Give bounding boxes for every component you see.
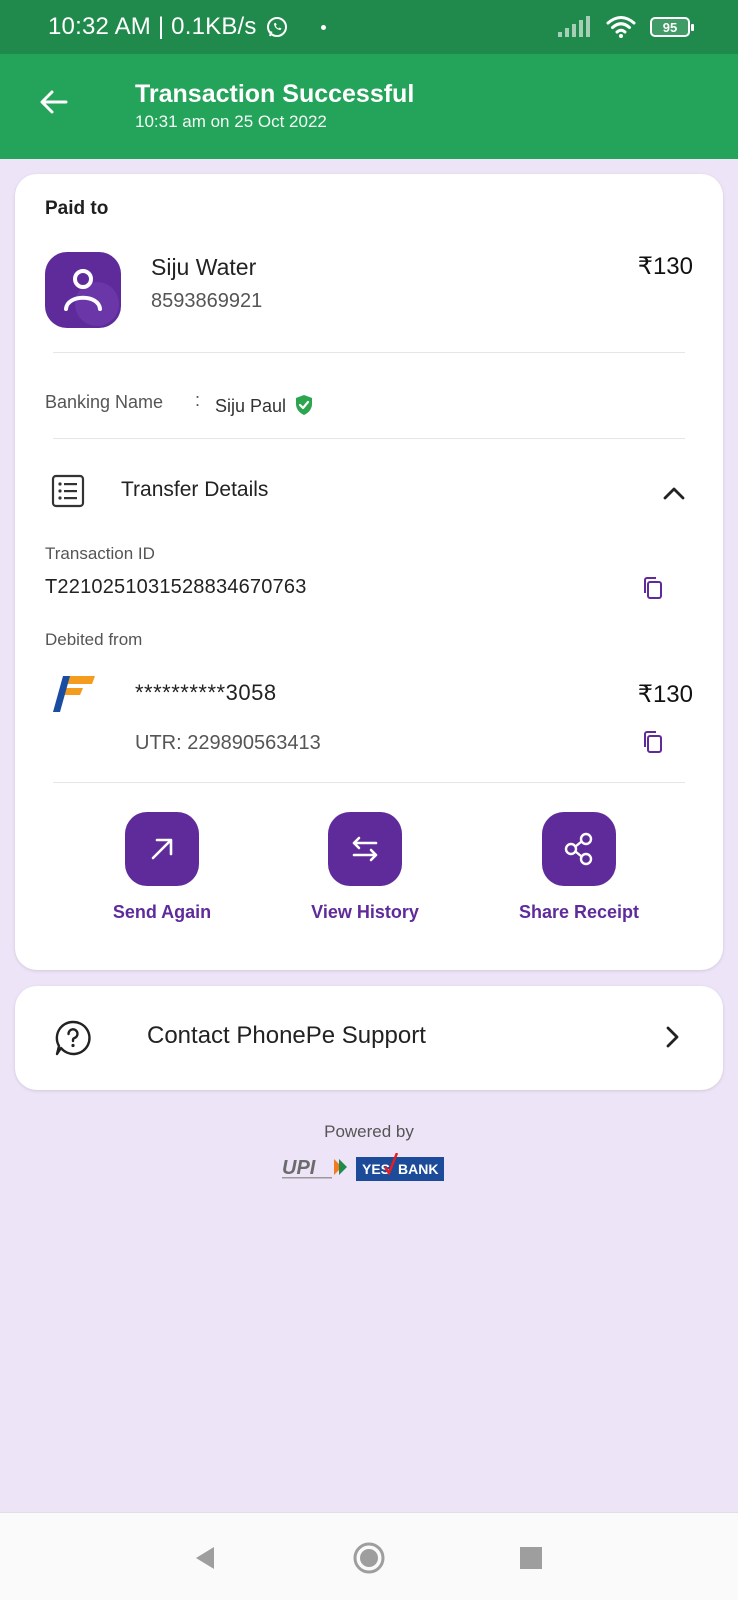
whatsapp-icon: [266, 17, 287, 37]
app-header: Transaction Successful 10:31 am on 25 Oc…: [0, 54, 738, 159]
share-receipt-button[interactable]: Share Receipt: [494, 812, 664, 923]
debit-amount: ₹130: [637, 681, 693, 708]
upi-logo: UPI: [282, 1157, 347, 1179]
receipt-list-icon: [51, 474, 85, 508]
transfer-details-title: Transfer Details: [121, 478, 269, 501]
divider: [53, 352, 685, 353]
battery-indicator: 95: [650, 17, 694, 37]
bank-logo: [53, 676, 95, 712]
view-history-label: View History: [311, 902, 419, 922]
system-navigation-bar: [0, 1512, 738, 1600]
page-title: Transaction Successful: [135, 80, 415, 108]
chevron-up-icon[interactable]: [661, 480, 687, 506]
yes-bank-logo: YES BANK: [356, 1153, 445, 1181]
chevron-right-icon: [666, 1026, 679, 1048]
transaction-id-label: Transaction ID: [45, 544, 155, 563]
bank-logo-bank: BANK: [398, 1161, 439, 1177]
utr-number: UTR: 229890563413: [135, 732, 321, 754]
tick-mark-icon: [384, 1153, 398, 1175]
battery-level: 95: [662, 19, 678, 35]
action-row: Send Again View History Share Receipt: [15, 810, 723, 940]
powered-by-label: Powered by: [324, 1122, 414, 1141]
banking-name-separator: :: [195, 390, 201, 410]
send-again-button[interactable]: Send Again: [77, 812, 247, 923]
transaction-id-value: T2210251031528834670763: [45, 576, 307, 598]
status-time: 10:32 AM | 0.1KB/s: [48, 13, 257, 40]
nav-home-icon[interactable]: [352, 1541, 386, 1575]
signal-icon: [558, 16, 590, 37]
divider: [53, 438, 685, 439]
user-icon: [64, 269, 119, 326]
upi-logo-text: UPI: [282, 1157, 316, 1179]
back-arrow-icon[interactable]: [36, 84, 72, 120]
notification-dot: [320, 24, 326, 30]
paid-amount: ₹130: [637, 253, 693, 280]
verified-shield-icon: [296, 395, 312, 415]
copy-icon[interactable]: [641, 576, 665, 600]
status-right: 95: [558, 15, 694, 39]
share-receipt-label: Share Receipt: [518, 902, 640, 922]
view-history-icon-button[interactable]: [328, 812, 402, 886]
nav-back-icon[interactable]: [188, 1541, 222, 1575]
share-receipt-icon-button[interactable]: [542, 812, 616, 886]
swap-arrows-icon: [352, 836, 378, 862]
transaction-card: Paid to Siju Water 8593869921 ₹130 Banki…: [15, 174, 723, 970]
send-again-label: Send Again: [112, 902, 212, 922]
banking-name-value: Siju Paul: [215, 396, 287, 416]
copy-icon[interactable]: [641, 730, 665, 754]
banking-name-label: Banking Name: [45, 392, 164, 412]
payee-phone: 8593869921: [151, 290, 263, 312]
masked-account-number: **********3058: [135, 680, 277, 705]
transaction-timestamp: 10:31 am on 25 Oct 2022: [135, 112, 327, 131]
debited-from-label: Debited from: [45, 630, 143, 649]
payee-avatar: [45, 252, 121, 328]
partner-logos: UPI YES BANK: [282, 1153, 445, 1182]
help-circle-icon: [55, 1020, 91, 1056]
send-again-icon-button[interactable]: [125, 812, 199, 886]
payee-name: Siju Water: [151, 254, 257, 280]
wifi-icon: [606, 16, 636, 38]
arrow-up-right-icon: [151, 838, 173, 860]
view-history-button[interactable]: View History: [280, 812, 450, 923]
paid-to-label: Paid to: [45, 198, 109, 219]
status-left: 10:32 AM | 0.1KB/s: [48, 13, 326, 41]
nav-recents-icon[interactable]: [514, 1541, 548, 1575]
status-bar: 10:32 AM | 0.1KB/s 95: [0, 0, 738, 54]
share-icon: [564, 832, 593, 866]
contact-support-row[interactable]: Contact PhonePe Support: [15, 986, 723, 1090]
contact-support-label: Contact PhonePe Support: [147, 1022, 426, 1049]
divider: [53, 782, 685, 783]
